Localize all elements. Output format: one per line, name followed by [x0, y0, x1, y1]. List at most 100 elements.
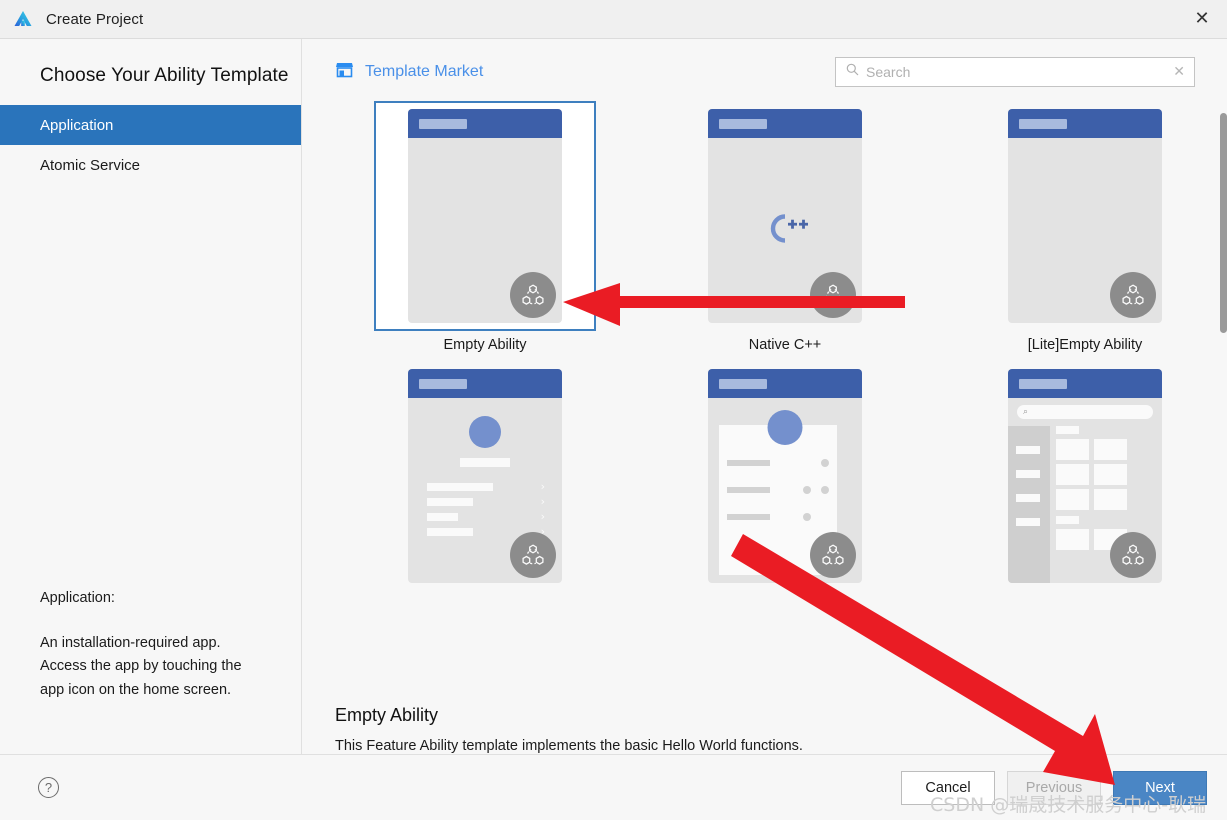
chevron-right-icon: ›: [540, 495, 545, 508]
template-market-link[interactable]: Template Market: [335, 60, 483, 84]
template-preview-catalog-grid: ⌕: [1008, 369, 1162, 583]
template-card-lite-empty-ability[interactable]: [974, 101, 1196, 331]
preview-row: [427, 483, 493, 491]
preview-dot: [821, 486, 829, 494]
template-preview-blank: [1008, 109, 1162, 323]
preview-avatar: [469, 416, 501, 448]
create-project-dialog: Create Project ✕ Choose Your Ability Tem…: [0, 0, 1227, 820]
preview-appbar: [708, 369, 862, 398]
template-card-catalog-grid[interactable]: ⌕: [974, 361, 1196, 591]
preview-appbar: [1008, 109, 1162, 138]
preview-avatar: [767, 410, 803, 445]
preview-sidebar-item: [1016, 518, 1040, 526]
preview-search-icon: ⌕: [1023, 407, 1029, 417]
clear-search-icon[interactable]: ✕: [1173, 65, 1185, 79]
preview-dot: [803, 486, 811, 494]
template-market-label: Template Market: [365, 63, 484, 80]
cancel-button[interactable]: Cancel: [901, 770, 995, 805]
preview-appbar-title: [719, 378, 767, 389]
sidebar-item-application[interactable]: Application: [0, 105, 301, 145]
preview-line: [727, 514, 770, 520]
template-cell: Native C++: [635, 101, 935, 361]
previous-button: Previous: [1007, 770, 1101, 805]
cpp-logo-icon: [757, 210, 813, 251]
page-title: Choose Your Ability Template: [40, 65, 289, 86]
preview-search-bar: ⌕: [1017, 405, 1153, 419]
template-card-card-list[interactable]: [674, 361, 896, 591]
category-description-body: An installation-required app. Access the…: [40, 634, 242, 698]
window-title: Create Project: [46, 10, 144, 28]
dialog-footer: ? Cancel Previous Next: [0, 754, 1227, 820]
preview-row: [427, 513, 458, 521]
left-panel: Choose Your Ability Template Application…: [0, 39, 302, 754]
preview-tile: [1094, 439, 1127, 460]
preview-dot: [803, 513, 811, 521]
preview-section-label: [1056, 516, 1079, 524]
preview-sidebar-item: [1016, 470, 1040, 478]
harmony-badge-icon: [510, 532, 556, 578]
preview-appbar: [408, 369, 562, 398]
preview-line: [727, 487, 770, 493]
harmony-badge-icon: [510, 272, 556, 318]
template-grid-scrollbar[interactable]: [1220, 113, 1227, 333]
category-description: Application: An installation-required ap…: [40, 587, 285, 702]
template-label: [935, 597, 1227, 621]
preview-appbar-title: [419, 118, 467, 129]
template-label: [335, 597, 635, 621]
template-cell: [Lite]Empty Ability: [935, 101, 1227, 361]
dialog-body: Choose Your Ability Template Application…: [0, 39, 1227, 754]
preview-tile: [1094, 489, 1127, 510]
category-list: Application Atomic Service: [0, 105, 301, 185]
category-description-title: Application:: [40, 590, 115, 606]
template-card-native-cpp[interactable]: [674, 101, 896, 331]
preview-appbar: [1008, 369, 1162, 398]
chevron-right-icon: ›: [540, 480, 545, 493]
right-panel: Template Market ✕: [302, 39, 1227, 754]
template-card-empty-ability[interactable]: [374, 101, 596, 331]
template-label: [Lite]Empty Ability: [1027, 337, 1143, 353]
preview-appbar: [708, 109, 862, 138]
next-button[interactable]: Next: [1113, 770, 1207, 805]
preview-row: [427, 528, 473, 536]
template-label: Native C++: [748, 337, 822, 353]
help-icon[interactable]: ?: [38, 777, 59, 798]
preview-appbar-title: [1019, 378, 1067, 389]
template-preview-blank: [408, 109, 562, 323]
preview-sidebar-item: [1016, 446, 1040, 454]
template-preview-cpp: [708, 109, 862, 323]
preview-sidebar-item: [1016, 494, 1040, 502]
template-grid-wrapper: Empty Ability Native C++ [Lite]Empty Abi…: [302, 101, 1227, 691]
harmony-badge-icon: [810, 272, 856, 318]
template-cell: › › › ›: [335, 361, 635, 621]
preview-tile: [1056, 464, 1089, 485]
search-icon: [846, 63, 859, 81]
close-icon[interactable]: ✕: [1185, 4, 1219, 34]
template-card-profile-list[interactable]: › › › ›: [374, 361, 596, 591]
template-preview-card-list: [708, 369, 862, 583]
template-preview-profile-list: › › › ›: [408, 369, 562, 583]
harmony-badge-icon: [1110, 532, 1156, 578]
template-grid: Empty Ability Native C++ [Lite]Empty Abi…: [335, 101, 1227, 621]
preview-tile: [1056, 529, 1089, 550]
preview-appbar: [408, 109, 562, 138]
preview-tile: [1056, 439, 1089, 460]
store-icon: [335, 60, 354, 84]
harmony-badge-icon: [810, 532, 856, 578]
preview-dot: [821, 459, 829, 467]
search-box[interactable]: ✕: [835, 57, 1195, 87]
search-input[interactable]: [866, 64, 1167, 80]
template-cell: ⌕: [935, 361, 1227, 621]
sidebar-item-label: Application: [40, 116, 114, 134]
preview-appbar-title: [419, 378, 467, 389]
selected-template-detail: Empty Ability This Feature Ability templ…: [302, 691, 1227, 754]
preview-appbar-title: [719, 118, 767, 129]
preview-tile: [1056, 489, 1089, 510]
preview-line: [727, 460, 770, 466]
chevron-right-icon: ›: [540, 510, 545, 523]
template-label: Empty Ability: [443, 337, 527, 353]
sidebar-item-atomic-service[interactable]: Atomic Service: [0, 145, 301, 185]
sidebar-item-label: Atomic Service: [40, 156, 141, 174]
selected-template-title: Empty Ability: [335, 705, 439, 725]
deveco-logo-icon: [12, 8, 34, 30]
preview-name-placeholder: [460, 458, 510, 467]
